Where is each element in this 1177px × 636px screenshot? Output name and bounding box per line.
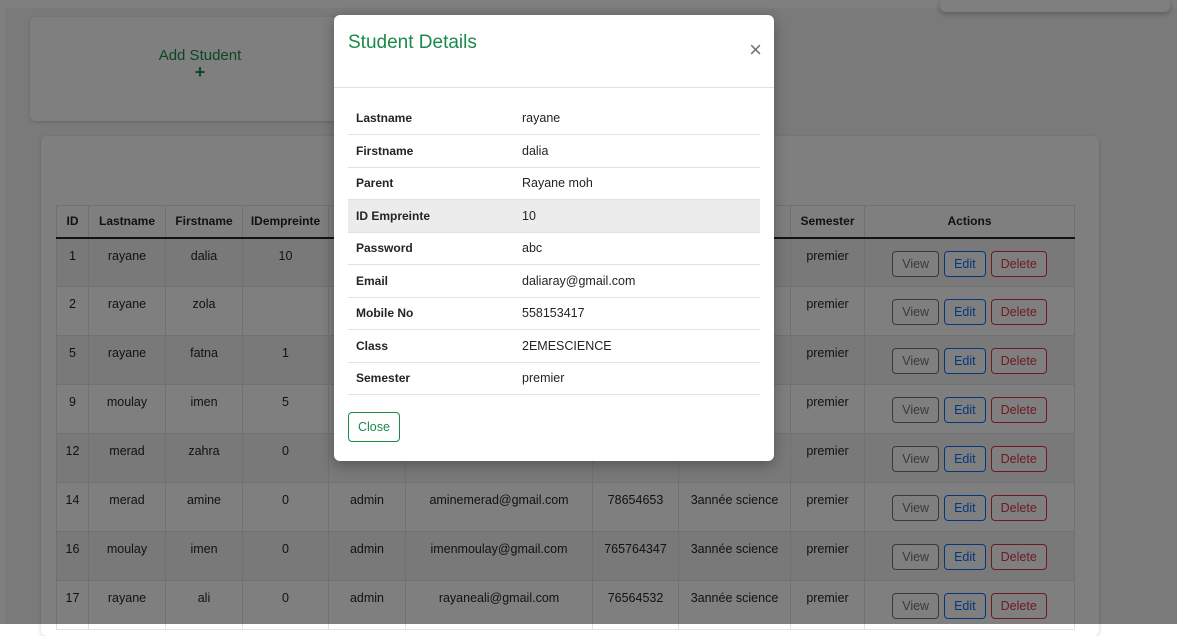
detail-value: 558153417 [514,297,760,330]
detail-row: Parent Rayane moh [348,167,760,200]
detail-value: dalia [514,134,760,168]
detail-row: Lastname rayane [348,102,760,135]
detail-key: Parent [348,167,514,200]
detail-row: Firstname dalia [348,134,760,168]
detail-row: Email daliaray@gmail.com [348,264,760,298]
detail-key: Mobile No [348,297,514,330]
detail-key: Password [348,232,514,265]
detail-key: ID Empreinte [348,199,514,233]
detail-value: abc [514,232,760,265]
detail-row: Semester premier [348,362,760,395]
detail-row: Class 2EMESCIENCE [348,329,760,363]
detail-key: Class [348,329,514,363]
detail-value: premier [514,362,760,395]
detail-row: Mobile No 558153417 [348,297,760,330]
detail-value: daliaray@gmail.com [514,264,760,298]
detail-value: Rayane moh [514,167,760,200]
close-icon[interactable]: × [749,39,762,61]
detail-row: Password abc [348,232,760,265]
detail-row: ID Empreinte 10 [348,199,760,233]
modal-title: Student Details [348,32,477,53]
student-details-modal: Student Details × Lastname rayane Firstnam… [334,15,774,461]
detail-key: Email [348,264,514,298]
detail-key: Lastname [348,102,514,135]
detail-key: Semester [348,362,514,395]
detail-value: rayane [514,102,760,135]
detail-value: 10 [514,199,760,233]
detail-value: 2EMESCIENCE [514,329,760,363]
detail-key: Firstname [348,134,514,168]
student-details-table: Lastname rayane Firstname dalia Parent Rayane… [348,102,760,395]
modal-header: Student Details × [334,15,774,88]
close-button[interactable]: Close [348,412,400,442]
